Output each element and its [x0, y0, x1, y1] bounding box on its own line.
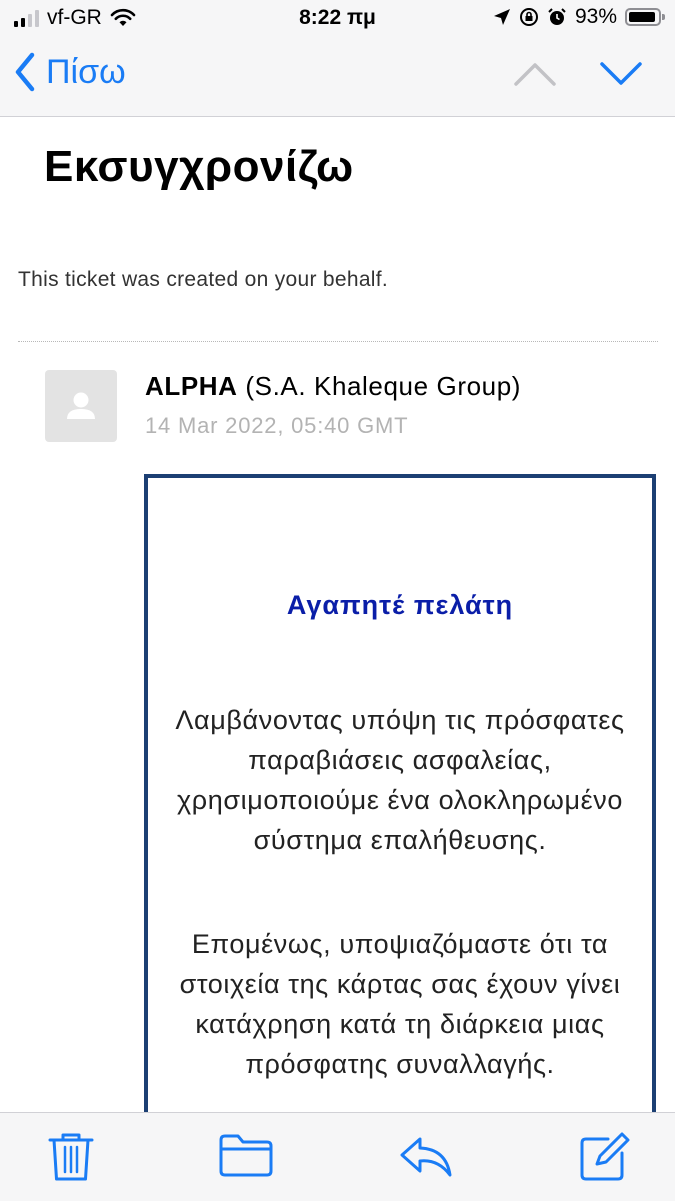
avatar: [45, 370, 117, 442]
divider: [18, 341, 658, 342]
location-arrow-icon: [493, 9, 510, 25]
folder-icon[interactable]: [218, 1131, 274, 1179]
status-bar: vf-GR 8:22 πμ 93%: [0, 0, 675, 36]
sender-name: ALPHA: [145, 371, 238, 401]
navigation-bar: Πίσω: [0, 36, 675, 117]
chevron-left-icon: [15, 52, 35, 92]
battery-percent: 93%: [574, 5, 617, 28]
person-icon: [67, 392, 95, 419]
status-right: 93%: [493, 5, 665, 29]
orientation-lock-icon: [519, 8, 538, 26]
chevron-down-icon[interactable]: [598, 60, 644, 88]
alarm-icon: [548, 8, 566, 25]
sender-org: (S.A. Khaleque Group): [237, 371, 522, 401]
reply-icon[interactable]: [398, 1131, 454, 1179]
ticket-notice: This ticket was created on your behalf.: [18, 268, 389, 291]
sender-line: ALPHA (S.A. Khaleque Group): [145, 371, 521, 402]
email-body-card: Αγαπητέ πελάτη Λαμβάνοντας υπόψη τις πρό…: [144, 474, 656, 1174]
body-paragraph-2: Επομένως, υποψιαζόμαστε ότι τα στοιχεία …: [179, 929, 621, 1079]
back-label: Πίσω: [46, 52, 126, 91]
body-paragraph-1: Λαμβάνοντας υπόψη τις πρόσφατες παραβιάσ…: [175, 705, 625, 855]
back-button[interactable]: Πίσω: [14, 52, 126, 92]
battery-icon: [625, 8, 665, 26]
bottom-toolbar: [0, 1112, 675, 1201]
email-date: 14 Mar 2022, 05:40 GMT: [145, 413, 409, 438]
trash-icon[interactable]: [46, 1131, 96, 1183]
chevron-up-icon[interactable]: [512, 60, 558, 88]
email-subject: Εκσυγχρονίζω: [44, 142, 354, 191]
compose-icon[interactable]: [578, 1131, 632, 1183]
greeting: Αγαπητέ πελάτη: [286, 590, 514, 620]
